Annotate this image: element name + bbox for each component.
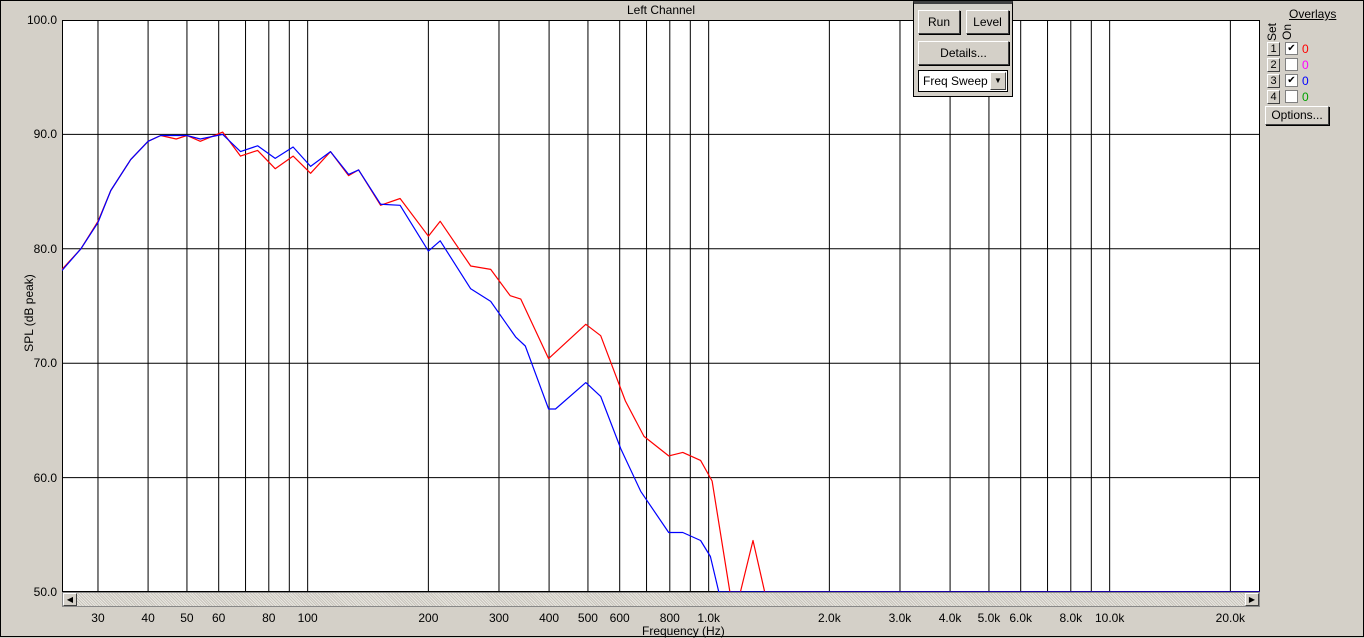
overlays-panel: Overlays Set On 1 ✔ 0 2 0 3 ✔ 0 4 0 Options… <box>1263 1 1364 131</box>
y-axis-label: SPL (dB peak) <box>22 274 36 352</box>
overlay-set-button[interactable]: 4 <box>1267 90 1280 104</box>
on-header: On <box>1280 23 1295 41</box>
x-tick-label: 100 <box>297 611 318 625</box>
scroll-left-button[interactable]: ◀ <box>63 593 77 606</box>
x-tick-label: 40 <box>141 611 155 625</box>
mode-value: Freq Sweep <box>923 74 988 88</box>
overlay-count: 0 <box>1302 90 1309 104</box>
scroll-right-button[interactable]: ▶ <box>1245 593 1259 606</box>
chart-title: Left Channel <box>626 3 696 17</box>
x-tick-label: 80 <box>262 611 276 625</box>
level-button[interactable]: Level <box>966 10 1009 34</box>
x-tick-label: 800 <box>659 611 680 625</box>
overlays-title: Overlays <box>1289 7 1337 21</box>
overlay-count: 0 <box>1302 74 1309 88</box>
overlay-on-checkbox[interactable] <box>1285 90 1298 103</box>
overlay-set-button[interactable]: 2 <box>1267 58 1280 72</box>
x-tick-label: 50 <box>180 611 194 625</box>
x-axis-label: Frequency (Hz) <box>642 624 725 638</box>
chevron-down-icon[interactable]: ▼ <box>990 72 1006 90</box>
y-tick-label: 50.0 <box>33 585 57 599</box>
x-tick-label: 10.0k <box>1094 611 1125 625</box>
overlay-on-checkbox[interactable]: ✔ <box>1285 42 1298 55</box>
x-tick-label: 300 <box>488 611 509 625</box>
overlay-on-checkbox[interactable] <box>1285 58 1298 71</box>
x-tick-label: 600 <box>609 611 630 625</box>
x-tick-label: 3.0k <box>888 611 912 625</box>
control-panel: Run Level Details... Freq Sweep ▼ <box>913 1 1013 97</box>
x-tick-label: 30 <box>91 611 105 625</box>
y-tick-label: 80.0 <box>33 241 57 256</box>
series-line-red <box>62 131 1260 592</box>
overlay-set-button[interactable]: 1 <box>1267 42 1280 56</box>
overlay-count: 0 <box>1302 42 1309 56</box>
overlay-on-checkbox[interactable]: ✔ <box>1285 74 1298 87</box>
x-tick-label: 60 <box>212 611 226 625</box>
y-tick-label: 90.0 <box>33 127 57 142</box>
x-tick-label: 500 <box>577 611 598 625</box>
frequency-response-chart <box>62 20 1260 592</box>
horizontal-scrollbar[interactable]: ◀ ▶ <box>62 592 1260 607</box>
x-tick-label: 5.0k <box>977 611 1001 625</box>
set-header: Set <box>1265 22 1280 42</box>
mode-select[interactable]: Freq Sweep ▼ <box>918 70 1008 92</box>
overlay-count: 0 <box>1302 58 1309 72</box>
x-tick-label: 200 <box>418 611 439 625</box>
x-tick-label: 8.0k <box>1059 611 1083 625</box>
options-button[interactable]: Options... <box>1265 106 1329 125</box>
x-tick-label: 1.0k <box>697 611 720 625</box>
x-tick-label: 2.0k <box>818 611 841 625</box>
x-tick-label: 4.0k <box>938 611 962 625</box>
details-button[interactable]: Details... <box>918 41 1009 65</box>
x-tick-label: 20.0k <box>1215 611 1246 625</box>
overlay-set-button[interactable]: 3 <box>1267 74 1280 88</box>
y-tick-label: 100.0 <box>26 13 57 27</box>
y-tick-label: 60.0 <box>33 470 57 485</box>
x-tick-label: 400 <box>539 611 560 625</box>
x-tick-label: 6.0k <box>1009 611 1033 625</box>
run-button[interactable]: Run <box>918 10 960 34</box>
